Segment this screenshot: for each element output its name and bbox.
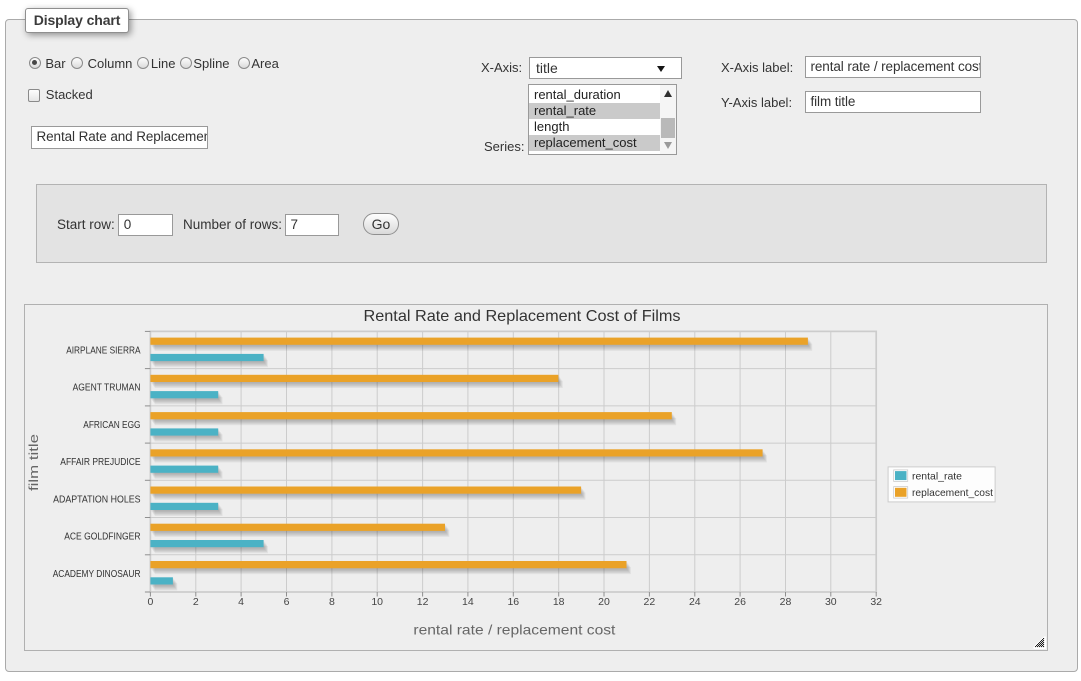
svg-text:20: 20: [598, 596, 610, 608]
svg-text:AIRPLANE SIERRA: AIRPLANE SIERRA: [66, 345, 140, 357]
svg-text:12: 12: [417, 596, 429, 608]
svg-text:AGENT TRUMAN: AGENT TRUMAN: [73, 382, 141, 394]
svg-text:rental rate / replacement cost: rental rate / replacement cost: [413, 622, 615, 638]
svg-text:30: 30: [825, 596, 837, 608]
svg-text:ADAPTATION HOLES: ADAPTATION HOLES: [53, 493, 140, 505]
svg-text:22: 22: [644, 596, 656, 608]
svg-text:2: 2: [193, 596, 199, 608]
svg-text:28: 28: [780, 596, 792, 608]
svg-text:replacement_cost: replacement_cost: [912, 487, 993, 499]
svg-text:6: 6: [284, 596, 290, 608]
svg-text:8: 8: [329, 596, 335, 608]
svg-text:ACADEMY DINOSAUR: ACADEMY DINOSAUR: [53, 568, 141, 580]
svg-text:10: 10: [371, 596, 383, 608]
svg-text:24: 24: [689, 596, 701, 608]
svg-text:16: 16: [507, 596, 519, 608]
svg-text:ACE GOLDFINGER: ACE GOLDFINGER: [64, 531, 141, 543]
svg-text:AFRICAN EGG: AFRICAN EGG: [83, 419, 140, 431]
svg-text:0: 0: [147, 596, 153, 608]
svg-text:Rental Rate and Replacement Co: Rental Rate and Replacement Cost of Film…: [364, 308, 681, 325]
svg-text:14: 14: [462, 596, 474, 608]
svg-text:26: 26: [734, 596, 746, 608]
svg-text:rental_rate: rental_rate: [912, 471, 962, 483]
svg-text:4: 4: [238, 596, 244, 608]
svg-text:32: 32: [870, 596, 882, 608]
svg-text:film title: film title: [26, 434, 41, 491]
svg-text:18: 18: [553, 596, 565, 608]
svg-text:AFFAIR PREJUDICE: AFFAIR PREJUDICE: [60, 456, 140, 468]
